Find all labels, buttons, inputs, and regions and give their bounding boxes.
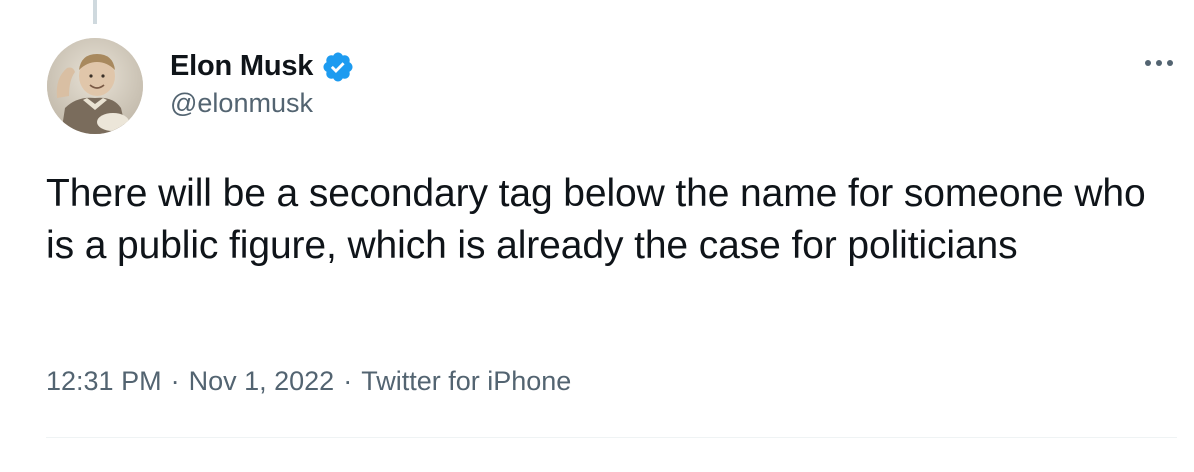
meta-separator: · <box>343 366 353 396</box>
author-display-name[interactable]: Elon Musk <box>170 50 313 83</box>
more-options-button[interactable] <box>1142 50 1176 76</box>
tweet-date[interactable]: Nov 1, 2022 <box>189 366 335 397</box>
tweet-time[interactable]: 12:31 PM <box>46 366 162 397</box>
author-name-row[interactable]: Elon Musk <box>170 48 355 84</box>
avatar[interactable] <box>47 38 143 134</box>
verified-badge-icon <box>321 50 355 84</box>
thread-connector-line <box>93 0 97 24</box>
more-dots-icon <box>1145 60 1173 66</box>
tweet-text: There will be a secondary tag below the … <box>46 172 1146 267</box>
meta-separator: · <box>170 366 180 396</box>
author-handle[interactable]: @elonmusk <box>170 88 313 119</box>
avatar-photo <box>47 38 143 134</box>
divider <box>46 437 1177 438</box>
tweet-meta: 12:31 PM · Nov 1, 2022 · Twitter for iPh… <box>46 366 571 397</box>
tweet-source[interactable]: Twitter for iPhone <box>361 366 571 397</box>
